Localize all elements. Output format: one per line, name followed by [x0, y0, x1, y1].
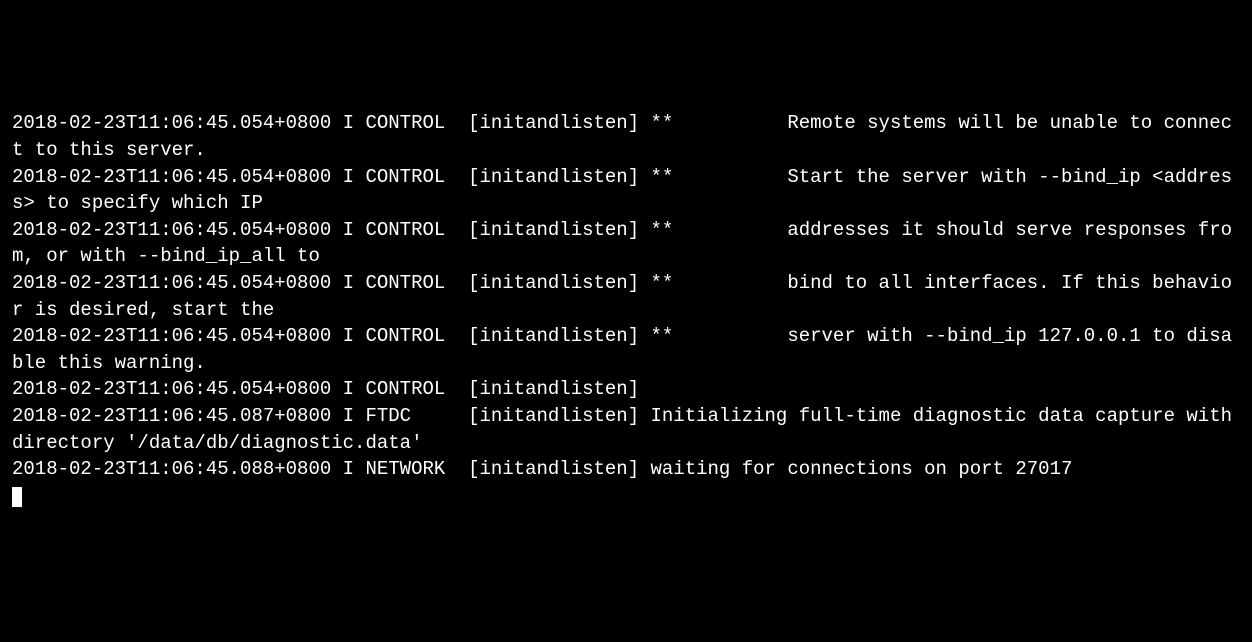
- log-line: 2018-02-23T11:06:45.054+0800 I CONTROL […: [12, 325, 1232, 374]
- log-line: 2018-02-23T11:06:45.054+0800 I CONTROL […: [12, 272, 1232, 321]
- terminal-cursor: [12, 487, 22, 507]
- log-line: 2018-02-23T11:06:45.054+0800 I CONTROL […: [12, 112, 1232, 161]
- log-line: 2018-02-23T11:06:45.054+0800 I CONTROL […: [12, 219, 1232, 268]
- log-line: 2018-02-23T11:06:45.088+0800 I NETWORK […: [12, 458, 1072, 480]
- log-line: 2018-02-23T11:06:45.054+0800 I CONTROL […: [12, 166, 1232, 215]
- log-line: 2018-02-23T11:06:45.087+0800 I FTDC [ini…: [12, 405, 1243, 454]
- terminal-log-output: 2018-02-23T11:06:45.054+0800 I CONTROL […: [12, 110, 1240, 509]
- log-line: 2018-02-23T11:06:45.054+0800 I CONTROL […: [12, 378, 639, 400]
